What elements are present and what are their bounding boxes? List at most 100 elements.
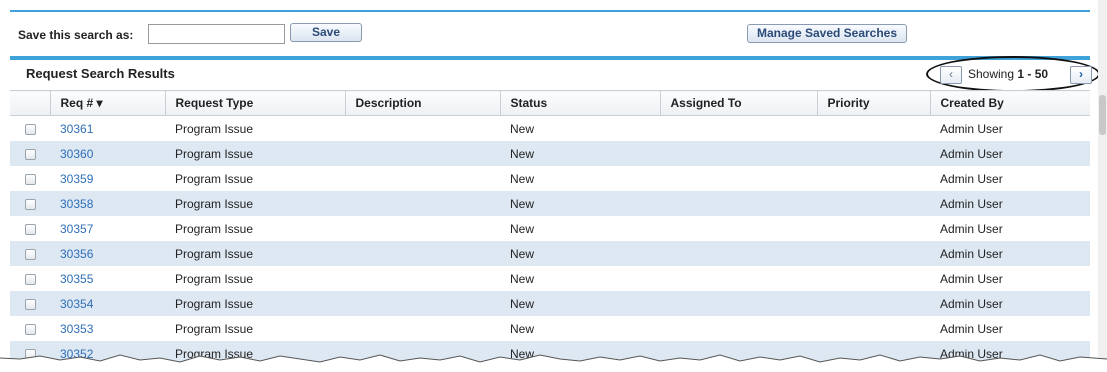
request-type-cell: Program Issue [175,171,254,186]
header-assigned-to[interactable]: Assigned To [659,90,817,116]
req-number-cell: 30361 [50,116,165,142]
header-priority[interactable]: Priority [816,90,930,116]
row-checkbox[interactable] [24,248,36,260]
row-checkbox[interactable] [24,198,36,210]
created-by-cell: Admin User [940,221,1003,236]
table-row[interactable]: 30354 Program Issue New Admin User [10,291,1090,316]
row-checkbox[interactable] [24,223,36,235]
req-number-cell: 30359 [50,166,165,191]
req-number-link[interactable]: 30360 [60,147,93,161]
created-by-cell: Admin User [940,321,1003,336]
status-cell: New [500,241,660,266]
assigned-to-cell [660,116,817,142]
header-req-number[interactable]: Req # ▾ [49,90,165,116]
table-row[interactable]: 30360 Program Issue New Admin User [10,141,1090,166]
created-by-cell: Admin User [930,291,1090,316]
req-number-link[interactable]: 30359 [60,172,93,186]
torn-edge [0,354,1107,372]
row-checkbox[interactable] [24,323,36,335]
request-type-cell: Program Issue [165,141,345,166]
assigned-to-cell [660,316,817,341]
req-number-cell: 30360 [50,141,165,166]
created-by-cell: Admin User [930,191,1090,216]
header-status[interactable]: Status [499,90,660,116]
table-row[interactable]: 30357 Program Issue New Admin User [10,216,1090,241]
request-type-cell: Program Issue [165,191,345,216]
chevron-right-icon[interactable]: › [1070,66,1092,84]
table-row[interactable]: 30358 Program Issue New Admin User [10,191,1090,216]
req-number-link[interactable]: 30358 [60,197,93,211]
row-checkbox[interactable] [24,298,36,310]
assigned-to-cell [660,241,817,266]
row-checkbox[interactable] [24,273,36,285]
created-by-cell: Admin User [930,141,1090,166]
row-select-cell [10,291,50,316]
created-by-cell: Admin User [930,241,1090,266]
req-number-link[interactable]: 30354 [60,297,93,311]
status-cell: New [500,141,660,166]
request-type-cell: Program Issue [175,271,254,286]
row-select-cell [10,166,50,191]
table-row[interactable]: 30355 Program Issue New Admin User [10,266,1090,291]
header-created-by[interactable]: Created By [929,90,1090,116]
description-cell [345,166,500,191]
created-by-cell: Admin User [940,171,1003,186]
req-number-link[interactable]: 30353 [60,322,93,336]
row-select-cell [10,116,50,142]
table-row[interactable]: 30353 Program Issue New Admin User [10,316,1090,341]
results-table: Req # ▾ Request Type Description Status Assi… [10,90,1090,366]
table-header-row: Req # ▾ Request Type Description Status Assi… [10,90,1090,116]
header-description[interactable]: Description [344,90,500,116]
row-select-cell [10,266,50,291]
req-number-link[interactable]: 30361 [60,122,93,136]
req-number-cell: 30357 [50,216,165,241]
assigned-to-cell [660,191,817,216]
row-checkbox[interactable] [24,148,36,160]
req-number-cell: 30358 [50,191,165,216]
chevron-left-icon[interactable]: ‹ [940,66,962,84]
pager-prefix: Showing [968,67,1018,81]
table-body: 30361 Program Issue New Admin User 30360 Prog… [10,116,1090,366]
top-divider [10,10,1090,12]
save-search-bar: Save this search as: Save Manage Saved S… [10,20,1090,50]
priority-cell [817,316,930,341]
assigned-to-cell [660,266,817,291]
table-row[interactable]: 30361 Program Issue New Admin User [10,116,1090,142]
assigned-to-cell [660,216,817,241]
header-request-type[interactable]: Request Type [164,90,345,116]
description-cell [345,241,500,266]
scrollbar-thumb[interactable] [1099,95,1106,135]
req-number-link[interactable]: 30356 [60,247,93,261]
priority-cell [817,291,930,316]
req-number-link[interactable]: 30355 [60,272,93,286]
created-by-cell: Admin User [940,121,1003,136]
assigned-to-cell [660,141,817,166]
status-cell: New [510,121,535,136]
created-by-cell: Admin User [940,271,1003,286]
save-search-input[interactable] [148,24,285,44]
vertical-scrollbar[interactable] [1098,0,1107,370]
assigned-to-cell [660,166,817,191]
description-cell [345,141,500,166]
status-cell: New [500,191,660,216]
select-all-header [10,90,50,116]
priority-cell [817,266,930,291]
description-cell [345,116,500,142]
row-checkbox[interactable] [24,123,36,135]
table-row[interactable]: 30359 Program Issue New Admin User [10,166,1090,191]
results-title: Request Search Results [26,66,175,81]
description-cell [345,316,500,341]
row-checkbox[interactable] [24,173,36,185]
manage-saved-searches-button[interactable]: Manage Saved Searches [747,24,907,43]
req-number-cell: 30355 [50,266,165,291]
status-cell: New [510,171,535,186]
req-number-link[interactable]: 30357 [60,222,93,236]
save-button[interactable]: Save [290,23,362,42]
description-cell [345,266,500,291]
request-type-cell: Program Issue [165,241,345,266]
status-cell: New [500,291,660,316]
table-row[interactable]: 30356 Program Issue New Admin User [10,241,1090,266]
priority-cell [817,216,930,241]
request-type-cell: Program Issue [175,221,254,236]
request-type-cell: Program Issue [175,121,254,136]
